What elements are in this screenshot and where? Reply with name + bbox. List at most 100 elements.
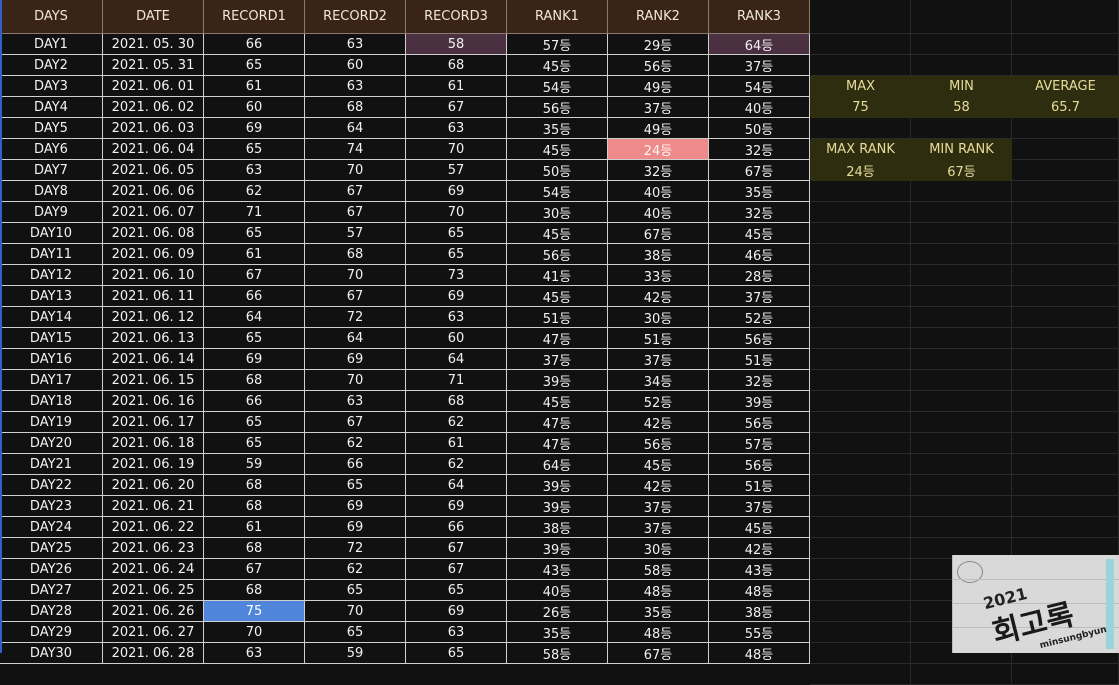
column-header[interactable]: RECORD2: [305, 0, 406, 34]
table-cell[interactable]: 40등: [608, 181, 709, 202]
table-cell[interactable]: 64: [406, 349, 507, 370]
empty-cell[interactable]: [810, 391, 911, 412]
day-label-cell[interactable]: DAY18: [0, 391, 103, 412]
table-cell[interactable]: 24등: [608, 139, 709, 160]
table-cell[interactable]: 72: [305, 538, 406, 559]
table-cell[interactable]: 65: [204, 223, 305, 244]
table-cell[interactable]: 2021. 06. 22: [103, 517, 204, 538]
table-cell[interactable]: 40등: [507, 580, 608, 601]
table-cell[interactable]: 58등: [608, 559, 709, 580]
table-cell[interactable]: 46등: [709, 244, 810, 265]
table-cell[interactable]: 66: [204, 286, 305, 307]
table-cell[interactable]: 47등: [507, 328, 608, 349]
table-cell[interactable]: 48등: [608, 622, 709, 643]
table-cell[interactable]: 2021. 06. 02: [103, 97, 204, 118]
table-cell[interactable]: 65: [406, 643, 507, 664]
empty-cell[interactable]: [911, 370, 1012, 391]
empty-cell[interactable]: [810, 34, 911, 55]
table-cell[interactable]: 62: [204, 181, 305, 202]
empty-cell[interactable]: [1012, 328, 1119, 349]
table-cell[interactable]: 60: [204, 97, 305, 118]
table-cell[interactable]: 2021. 06. 09: [103, 244, 204, 265]
day-label-cell[interactable]: DAY9: [0, 202, 103, 223]
empty-cell[interactable]: [810, 580, 911, 601]
table-cell[interactable]: 61: [406, 433, 507, 454]
table-cell[interactable]: 57등: [709, 433, 810, 454]
table-cell[interactable]: 66: [305, 454, 406, 475]
table-cell[interactable]: 65: [305, 622, 406, 643]
table-cell[interactable]: 35등: [709, 181, 810, 202]
table-cell[interactable]: 2021. 06. 12: [103, 307, 204, 328]
column-header[interactable]: DAYS: [0, 0, 103, 34]
empty-cell[interactable]: [911, 454, 1012, 475]
table-cell[interactable]: 68: [305, 97, 406, 118]
table-cell[interactable]: 28등: [709, 265, 810, 286]
table-cell[interactable]: 57: [406, 160, 507, 181]
table-cell[interactable]: 42등: [608, 475, 709, 496]
table-cell[interactable]: 58: [406, 34, 507, 55]
table-cell[interactable]: 56등: [507, 244, 608, 265]
empty-cell[interactable]: [810, 559, 911, 580]
empty-cell[interactable]: [810, 223, 911, 244]
table-cell[interactable]: 67등: [709, 160, 810, 181]
empty-cell[interactable]: [810, 496, 911, 517]
table-cell[interactable]: 65: [204, 55, 305, 76]
max-value[interactable]: 75: [810, 97, 911, 118]
table-cell[interactable]: 39등: [507, 538, 608, 559]
empty-cell[interactable]: [911, 517, 1012, 538]
table-cell[interactable]: 71: [204, 202, 305, 223]
table-cell[interactable]: 2021. 06. 11: [103, 286, 204, 307]
empty-cell[interactable]: [810, 454, 911, 475]
table-cell[interactable]: 2021. 06. 17: [103, 412, 204, 433]
empty-cell[interactable]: [911, 412, 1012, 433]
table-cell[interactable]: 37등: [608, 349, 709, 370]
table-cell[interactable]: 68: [406, 55, 507, 76]
table-cell[interactable]: 39등: [709, 391, 810, 412]
table-cell[interactable]: 68: [204, 496, 305, 517]
table-cell[interactable]: 55등: [709, 622, 810, 643]
table-cell[interactable]: 2021. 06. 06: [103, 181, 204, 202]
table-cell[interactable]: 65: [406, 244, 507, 265]
table-cell[interactable]: 2021. 06. 25: [103, 580, 204, 601]
empty-cell[interactable]: [1012, 307, 1119, 328]
column-header[interactable]: DATE: [103, 0, 204, 34]
table-cell[interactable]: 63: [406, 118, 507, 139]
empty-cell[interactable]: [810, 265, 911, 286]
empty-cell[interactable]: [1012, 433, 1119, 454]
empty-cell[interactable]: [1012, 34, 1119, 55]
column-header[interactable]: RANK2: [608, 0, 709, 34]
max-rank-value[interactable]: 24등: [810, 160, 911, 181]
empty-cell[interactable]: [911, 664, 1012, 685]
table-cell[interactable]: 50등: [709, 118, 810, 139]
day-label-cell[interactable]: DAY17: [0, 370, 103, 391]
empty-cell[interactable]: [911, 328, 1012, 349]
table-cell[interactable]: 2021. 06. 28: [103, 643, 204, 664]
empty-cell[interactable]: [911, 475, 1012, 496]
table-cell[interactable]: 64: [305, 118, 406, 139]
table-cell[interactable]: 2021. 06. 13: [103, 328, 204, 349]
table-cell[interactable]: 74: [305, 139, 406, 160]
table-cell[interactable]: 40등: [608, 202, 709, 223]
table-cell[interactable]: 26등: [507, 601, 608, 622]
empty-cell[interactable]: [1012, 202, 1119, 223]
table-cell[interactable]: 65: [204, 412, 305, 433]
day-label-cell[interactable]: DAY12: [0, 265, 103, 286]
empty-cell[interactable]: [810, 664, 911, 685]
table-cell[interactable]: 2021. 06. 16: [103, 391, 204, 412]
table-cell[interactable]: 69: [305, 349, 406, 370]
empty-cell[interactable]: [1012, 412, 1119, 433]
table-cell[interactable]: 48등: [709, 580, 810, 601]
table-cell[interactable]: 2021. 06. 20: [103, 475, 204, 496]
empty-cell[interactable]: [1012, 181, 1119, 202]
table-cell[interactable]: 70: [305, 265, 406, 286]
table-cell[interactable]: 59: [305, 643, 406, 664]
empty-cell[interactable]: [911, 0, 1012, 34]
table-cell[interactable]: 65: [204, 433, 305, 454]
table-cell[interactable]: 2021. 06. 18: [103, 433, 204, 454]
table-cell[interactable]: 54등: [507, 76, 608, 97]
empty-cell[interactable]: [1012, 349, 1119, 370]
table-cell[interactable]: 63: [406, 307, 507, 328]
empty-cell[interactable]: [1012, 265, 1119, 286]
table-cell[interactable]: 37등: [608, 517, 709, 538]
table-cell[interactable]: 45등: [507, 286, 608, 307]
